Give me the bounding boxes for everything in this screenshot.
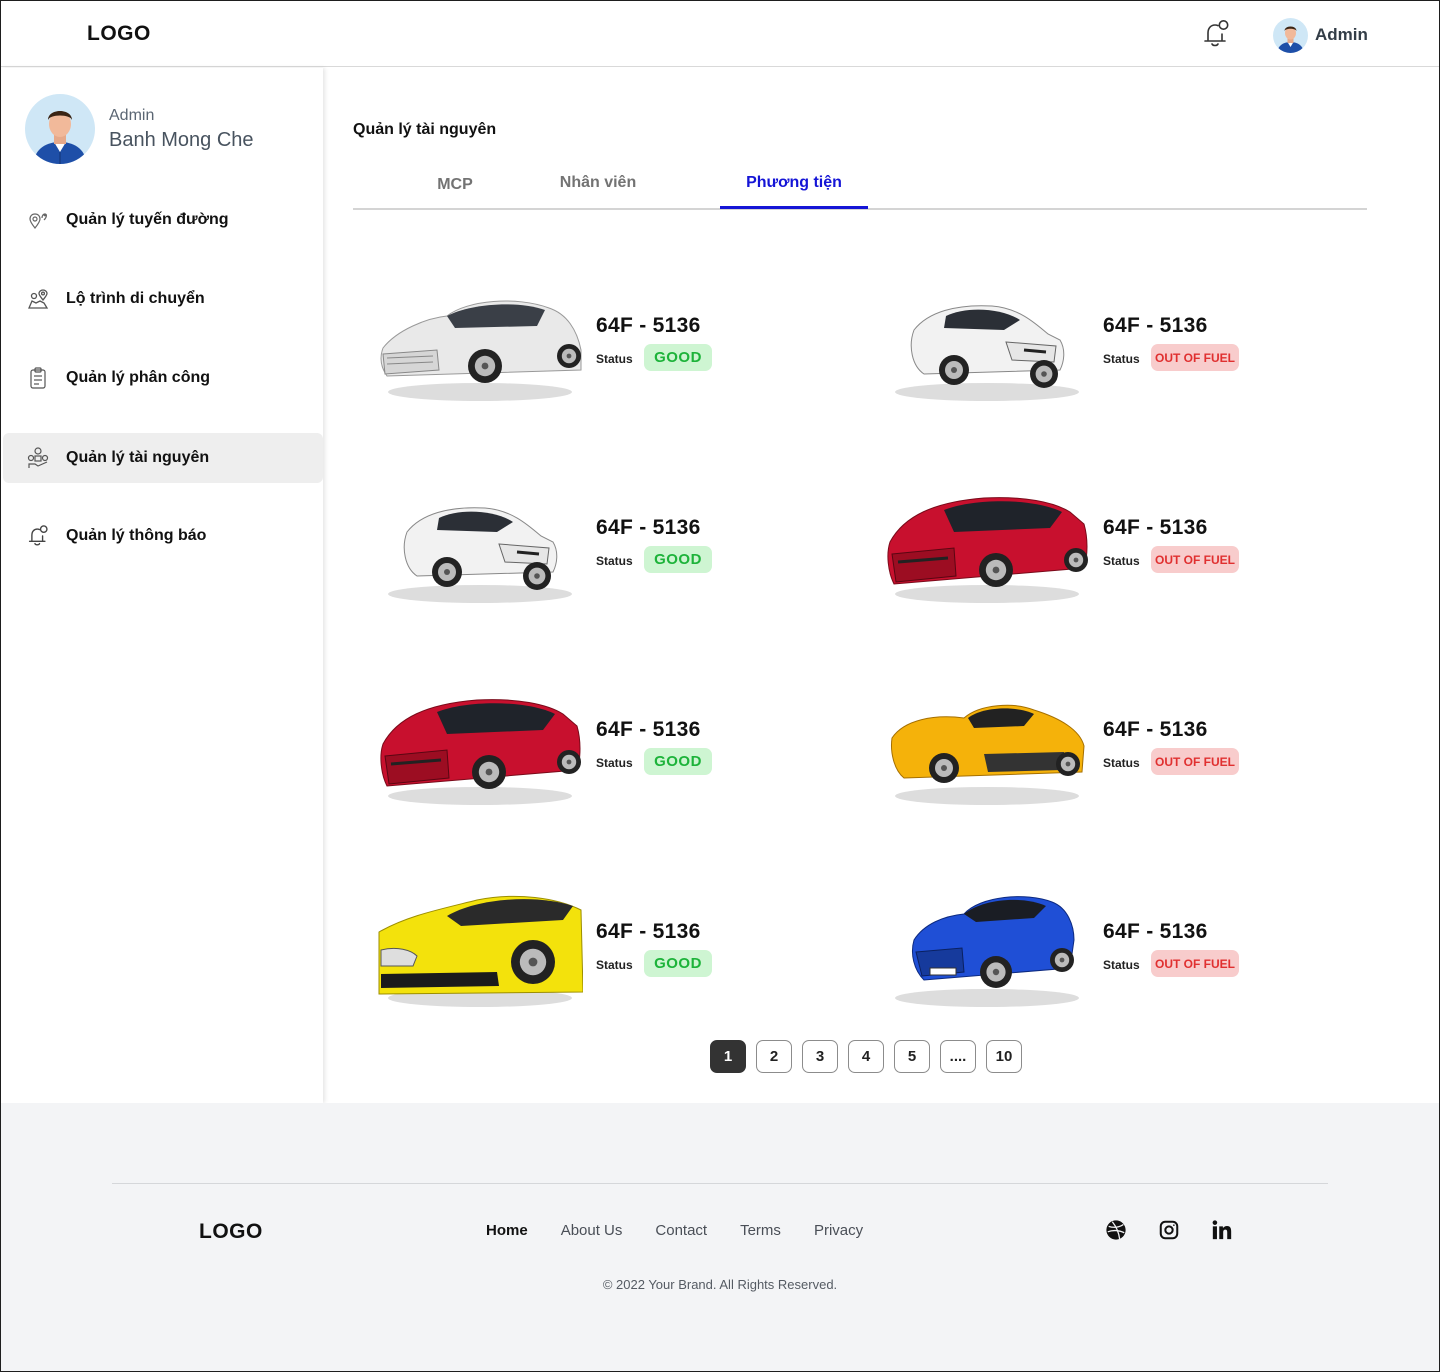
car-image <box>884 674 1090 834</box>
license-plate: 64F - 5136 <box>1103 516 1208 539</box>
status-badge: OUT OF FUEL <box>1151 950 1239 977</box>
tab-vehicles[interactable]: Phương tiện <box>720 159 868 209</box>
sidebar-item-label: Lộ trình di chuyển <box>66 290 205 307</box>
vehicle-card[interactable]: 64F - 5136 Status GOOD <box>377 270 797 430</box>
map-route-icon <box>25 286 51 312</box>
footer-link-privacy[interactable]: Privacy <box>814 1222 863 1239</box>
vehicle-card[interactable]: 64F - 5136 Status OUT OF FUEL <box>884 472 1304 632</box>
sidebar-item-label: Quản lý phân công <box>66 369 211 386</box>
footer-divider <box>112 1183 1328 1184</box>
status-badge: OUT OF FUEL <box>1151 748 1239 775</box>
page-button-5[interactable]: 5 <box>894 1040 930 1073</box>
status-badge: OUT OF FUEL <box>1151 546 1239 573</box>
license-plate: 64F - 5136 <box>596 516 701 539</box>
license-plate: 64F - 5136 <box>596 718 701 741</box>
car-image <box>884 472 1090 632</box>
status-badge: OUT OF FUEL <box>1151 344 1239 371</box>
footer: LOGO Home About Us Contact Terms Privacy <box>1 1103 1439 1371</box>
status-badge: GOOD <box>644 546 712 573</box>
linkedin-icon[interactable] <box>1210 1218 1234 1242</box>
license-plate: 64F - 5136 <box>1103 314 1208 337</box>
footer-link-contact[interactable]: Contact <box>655 1222 707 1239</box>
top-header: LOGO Admin <box>1 1 1439 67</box>
status-badge: GOOD <box>644 950 712 977</box>
status-label: Status <box>1103 756 1140 770</box>
status-label: Status <box>596 352 633 366</box>
sidebar-item-label: Quản lý tuyến đường <box>66 211 229 228</box>
tab-mcp[interactable]: MCP <box>415 160 495 210</box>
status-label: Status <box>1103 554 1140 568</box>
sidebar-item-label: Quản lý thông báo <box>66 527 207 544</box>
page-ellipsis[interactable]: .... <box>940 1040 976 1073</box>
status-label: Status <box>1103 958 1140 972</box>
car-image <box>377 472 583 632</box>
car-image <box>377 876 584 1036</box>
vehicle-card[interactable]: 64F - 5136 Status GOOD <box>377 674 797 834</box>
social-links <box>1104 1218 1234 1242</box>
page-button-1[interactable]: 1 <box>710 1040 746 1073</box>
status-label: Status <box>596 756 633 770</box>
dribbble-icon[interactable] <box>1104 1218 1128 1242</box>
profile-role: Admin <box>109 106 155 124</box>
pagination: 1 2 3 4 5.... 10 <box>710 1040 1022 1073</box>
license-plate: 64F - 5136 <box>1103 920 1208 943</box>
license-plate: 64F - 5136 <box>1103 718 1208 741</box>
footer-link-about[interactable]: About Us <box>561 1222 623 1239</box>
page-button-2[interactable]: 2 <box>756 1040 792 1073</box>
vehicle-card[interactable]: 64F - 5136 Status OUT OF FUEL <box>884 674 1304 834</box>
tab-bar: MCP Nhân viên Phương tiện <box>353 160 1367 210</box>
profile-avatar <box>25 94 95 164</box>
vehicle-card[interactable]: 64F - 5136 Status GOOD <box>377 876 797 1036</box>
license-plate: 64F - 5136 <box>596 314 701 337</box>
copyright-text: © 2022 Your Brand. All Rights Reserved. <box>602 1277 838 1292</box>
sidebar: Admin Banh Mong Che Quản lý tuyến đường … <box>1 68 323 1103</box>
status-label: Status <box>596 958 633 972</box>
notification-bell-icon[interactable] <box>1199 17 1233 51</box>
page-title: Quản lý tài nguyên <box>353 121 497 138</box>
vehicle-card[interactable]: 64F - 5136 Status GOOD <box>377 472 797 632</box>
tab-staff[interactable]: Nhân viên <box>543 158 653 208</box>
sidebar-item-assignments[interactable]: Quản lý phân công <box>3 353 323 403</box>
page-button-4[interactable]: 4 <box>848 1040 884 1073</box>
footer-link-terms[interactable]: Terms <box>740 1222 781 1239</box>
page-button-10[interactable]: 10 <box>986 1040 1022 1073</box>
car-image <box>377 674 583 834</box>
header-logo[interactable]: LOGO <box>87 22 151 46</box>
vehicle-card[interactable]: 64F - 5136 Status OUT OF FUEL <box>884 876 1304 1036</box>
footer-logo[interactable]: LOGO <box>199 1220 263 1244</box>
status-label: Status <box>1103 352 1140 366</box>
vehicle-card[interactable]: 64F - 5136 Status OUT OF FUEL <box>884 270 1304 430</box>
resources-icon <box>25 445 51 471</box>
user-menu[interactable]: Admin <box>1273 17 1368 53</box>
footer-link-home[interactable]: Home <box>486 1222 528 1239</box>
status-badge: GOOD <box>644 748 712 775</box>
user-name: Admin <box>1315 25 1368 44</box>
sidebar-item-notifications[interactable]: Quản lý thông báo <box>3 511 323 561</box>
sidebar-item-routes[interactable]: Quản lý tuyến đường <box>3 195 323 245</box>
avatar <box>1273 17 1308 53</box>
route-pin-icon <box>25 207 51 233</box>
car-image <box>377 270 583 430</box>
page-button-3[interactable]: 3 <box>802 1040 838 1073</box>
license-plate: 64F - 5136 <box>596 920 701 943</box>
clipboard-icon <box>25 365 51 391</box>
profile-name: Banh Mong Che <box>109 128 254 151</box>
status-badge: GOOD <box>644 344 712 371</box>
footer-nav: Home About Us Contact Terms Privacy <box>486 1222 896 1239</box>
car-image <box>884 270 1090 430</box>
sidebar-item-label: Quản lý tài nguyên <box>66 449 210 466</box>
profile-card: Admin Banh Mong Che <box>25 94 254 164</box>
status-label: Status <box>596 554 633 568</box>
sidebar-item-trips[interactable]: Lộ trình di chuyển <box>3 274 323 324</box>
instagram-icon[interactable] <box>1157 1218 1181 1242</box>
bell-icon <box>25 523 51 549</box>
sidebar-item-resources[interactable]: Quản lý tài nguyên <box>3 433 323 483</box>
car-image <box>884 876 1090 1036</box>
